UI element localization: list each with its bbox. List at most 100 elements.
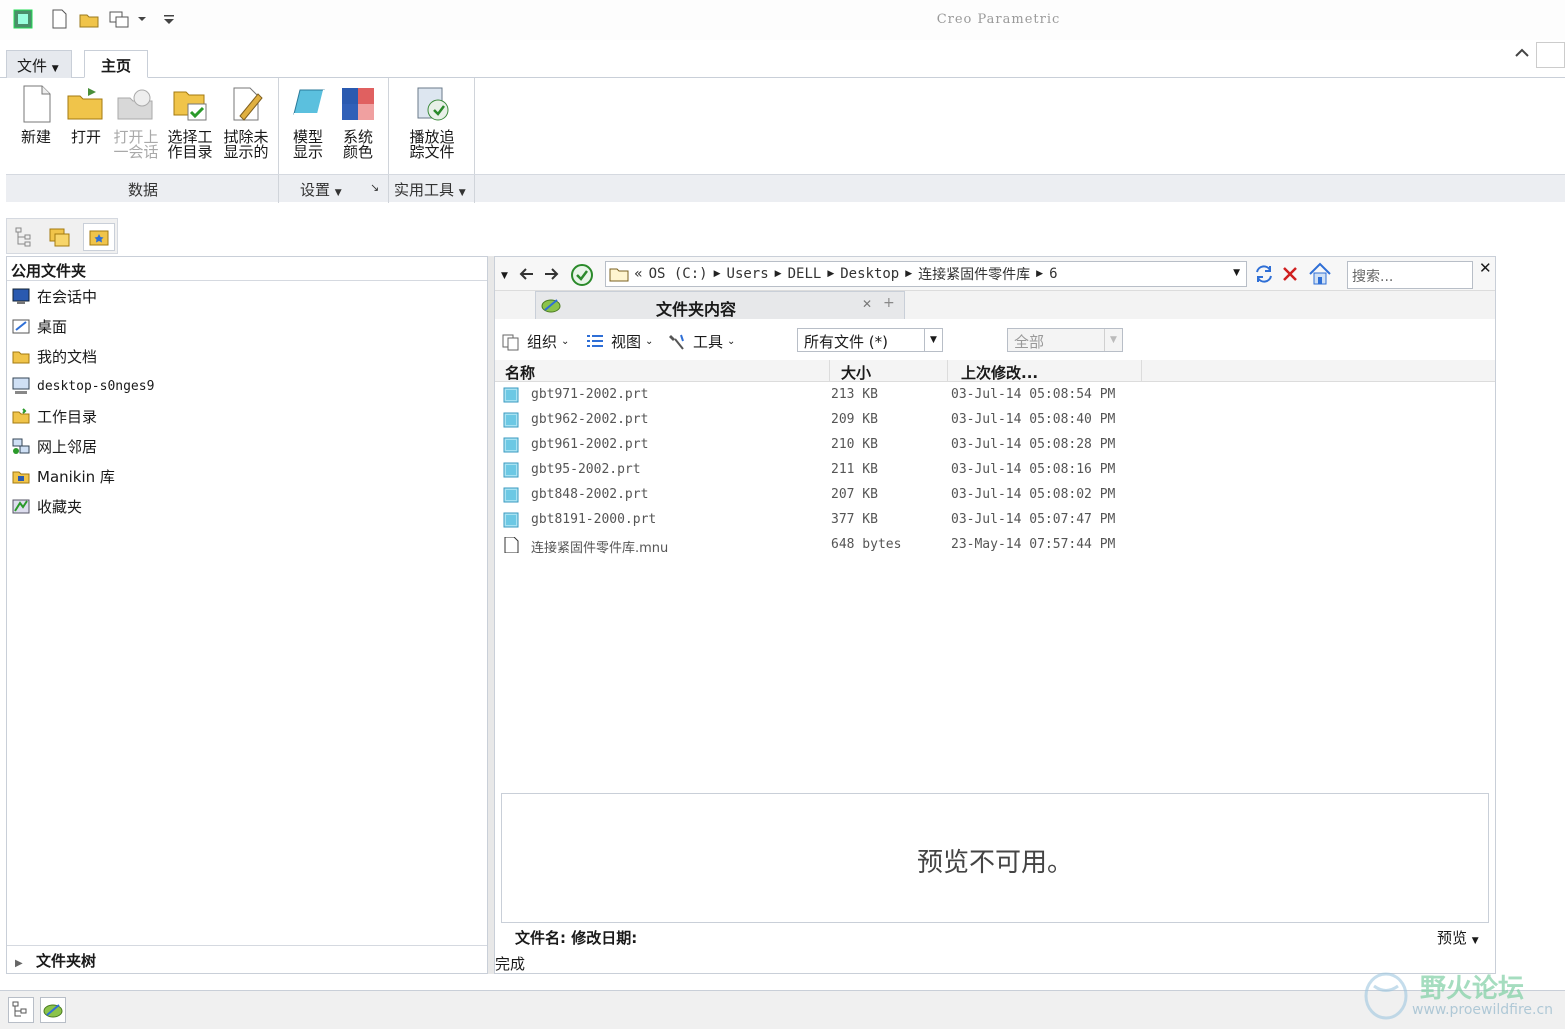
chevron-right-icon[interactable]: ▶ (827, 269, 834, 279)
chevron-down-icon[interactable]: ▼ (1233, 268, 1240, 278)
column-divider[interactable] (947, 360, 948, 382)
table-row[interactable]: gbt8191-2000.prt 377 KB 03-Jul-14 05:07:47… (495, 508, 1495, 533)
computer-icon (11, 376, 31, 396)
crumb-desktop[interactable]: Desktop (840, 266, 899, 282)
crumb-folder-6[interactable]: 6 (1049, 266, 1057, 282)
open-last-session-button[interactable]: 打开上 一会话 (110, 82, 162, 160)
close-tab-icon[interactable]: ✕ (862, 297, 872, 311)
ribbon-group-labels: 数据 设置 ▼ ↘ 实用工具 ▼ (6, 174, 1565, 203)
manikin-library-icon (11, 466, 31, 486)
crumb-drive[interactable]: OS (C:) (649, 266, 708, 282)
search-input[interactable]: 搜索... (1347, 261, 1473, 289)
scope-select[interactable]: 全部 ▼ (1007, 328, 1123, 352)
column-divider[interactable] (1141, 360, 1142, 382)
common-folders-panel: 公用文件夹 在会话中 桌面 我的文档 desktop-s0nges9 工作目录 … (6, 256, 488, 974)
folder-item-label: 网上邻居 (37, 437, 98, 456)
folder-item-network[interactable]: 网上邻居 (11, 433, 97, 459)
tools-button[interactable]: 工具 ⌄ (667, 331, 735, 352)
table-row[interactable]: gbt95-2002.prt 211 KB 03-Jul-14 05:08:16 P… (495, 458, 1495, 483)
chevron-down-icon[interactable]: ▼ (501, 271, 508, 281)
organize-button[interactable]: 组织 ⌄ (501, 331, 569, 352)
folder-browser-tab-icon (540, 294, 562, 316)
crumb-dell[interactable]: DELL (788, 266, 822, 282)
group-utilities-button[interactable]: 实用工具 ▼ (394, 179, 466, 200)
model-tree-icon[interactable] (13, 225, 37, 249)
sync-icon[interactable] (1253, 263, 1275, 285)
group-divider (474, 78, 475, 174)
group-divider (388, 175, 389, 203)
select-working-directory-label-2: 作目录 (167, 143, 213, 161)
folder-item-my-documents[interactable]: 我的文档 (11, 343, 97, 369)
chevron-down-icon: ⌄ (645, 336, 654, 347)
open-last-session-icon (116, 84, 156, 124)
favorites-tab-icon[interactable] (83, 223, 115, 251)
browser-toggle-icon[interactable] (40, 997, 66, 1023)
table-row[interactable]: gbt848-2002.prt 207 KB 03-Jul-14 05:08:02 … (495, 483, 1495, 508)
tab-home[interactable]: 主页 (84, 50, 148, 78)
folder-browser-icon[interactable] (47, 225, 71, 249)
system-colors-button[interactable]: 系统 颜色 (332, 82, 384, 160)
refresh-go-icon[interactable] (569, 262, 595, 288)
path-overflow[interactable]: « (634, 266, 643, 282)
path-field[interactable]: « OS (C:) ▶ Users ▶ DELL ▶ Desktop ▶ 连接紧… (605, 261, 1247, 287)
close-icon[interactable]: ✕ (1479, 259, 1492, 277)
select-working-directory-button[interactable]: 选择工 作目录 (164, 82, 216, 160)
new-label: 新建 (20, 128, 51, 146)
chevron-right-icon[interactable]: ▶ (714, 269, 721, 279)
folder-item-working-directory[interactable]: 工作目录 (11, 403, 97, 429)
chevron-right-icon[interactable]: ▶ (905, 269, 912, 279)
chevron-right-icon[interactable]: ▶ (775, 269, 782, 279)
file-type-filter-select[interactable]: 所有文件 (*) ▼ (797, 328, 943, 352)
tab-folder-contents[interactable]: 文件夹内容 ✕ (535, 291, 905, 319)
folder-item-in-session[interactable]: 在会话中 (11, 283, 97, 309)
table-row[interactable]: 连接紧固件零件库.mnu 648 bytes 23-May-14 07:57:44 … (495, 533, 1495, 558)
view-button[interactable]: 视图 ⌄ (585, 331, 653, 352)
column-modified[interactable]: 上次修改... (961, 362, 1038, 383)
column-size[interactable]: 大小 (841, 362, 871, 383)
folder-item-manikin-library[interactable]: Manikin 库 (11, 463, 115, 489)
content-tabstrip: 文件夹内容 ✕ + (495, 291, 1495, 319)
chevron-down-icon[interactable]: ▼ (924, 329, 942, 351)
chevron-down-icon[interactable]: ▼ (1104, 329, 1122, 351)
back-arrow-icon[interactable] (517, 265, 537, 283)
dialog-launcher-icon[interactable]: ↘ (370, 181, 379, 194)
favorites-icon (11, 496, 31, 516)
preview-toggle-button[interactable]: 预览 ▼ (1437, 927, 1479, 948)
folder-tree-toggle[interactable]: ▶ 文件夹树 (7, 945, 487, 973)
group-divider (278, 175, 279, 203)
chevron-down-icon: ▼ (1471, 936, 1479, 946)
group-settings-button[interactable]: 设置 ▼ (300, 179, 342, 200)
new-button[interactable]: 新建 (10, 82, 62, 145)
forward-arrow-icon[interactable] (541, 265, 561, 283)
model-tree-toggle-icon[interactable] (8, 997, 34, 1023)
folder-item-computer[interactable]: desktop-s0nges9 (11, 373, 154, 399)
home-icon[interactable] (1307, 261, 1333, 287)
folder-item-desktop[interactable]: 桌面 (11, 313, 67, 339)
stop-icon[interactable] (1279, 263, 1301, 285)
cell-name: gbt848-2002.prt (531, 487, 649, 502)
table-row[interactable]: gbt971-2002.prt 213 KB 03-Jul-14 05:08:54 … (495, 383, 1495, 408)
part-file-icon (503, 387, 519, 403)
chevron-down-icon: ⌄ (727, 336, 736, 347)
open-button[interactable]: 打开 (60, 82, 112, 145)
crumb-users[interactable]: Users (727, 266, 769, 282)
tools-label: 工具 (693, 333, 724, 351)
cell-modified: 03-Jul-14 05:08:40 PM (951, 412, 1116, 427)
add-tab-icon[interactable]: + (883, 295, 895, 311)
cell-modified: 03-Jul-14 05:08:54 PM (951, 387, 1116, 402)
column-name[interactable]: 名称 (505, 362, 535, 383)
table-row[interactable]: gbt961-2002.prt 210 KB 03-Jul-14 05:08:28 … (495, 433, 1495, 458)
status-text: 完成 (495, 955, 526, 973)
table-row[interactable]: gbt962-2002.prt 209 KB 03-Jul-14 05:08:40 … (495, 408, 1495, 433)
group-utilities-label: 实用工具 (394, 181, 455, 199)
crumb-fastener-library[interactable]: 连接紧固件零件库 (918, 264, 1030, 284)
model-display-button[interactable]: 模型 显示 (282, 82, 334, 160)
play-trail-file-icon (412, 84, 452, 124)
column-divider[interactable] (829, 360, 830, 382)
group-divider (388, 78, 389, 174)
tab-file[interactable]: 文件 ▼ (6, 50, 72, 78)
play-trail-file-button[interactable]: 播放追 踪文件 (404, 82, 460, 160)
erase-not-displayed-button[interactable]: 拭除未 显示的 (220, 82, 272, 160)
folder-item-favorites[interactable]: 收藏夹 (11, 493, 82, 519)
chevron-right-icon[interactable]: ▶ (1036, 269, 1043, 279)
